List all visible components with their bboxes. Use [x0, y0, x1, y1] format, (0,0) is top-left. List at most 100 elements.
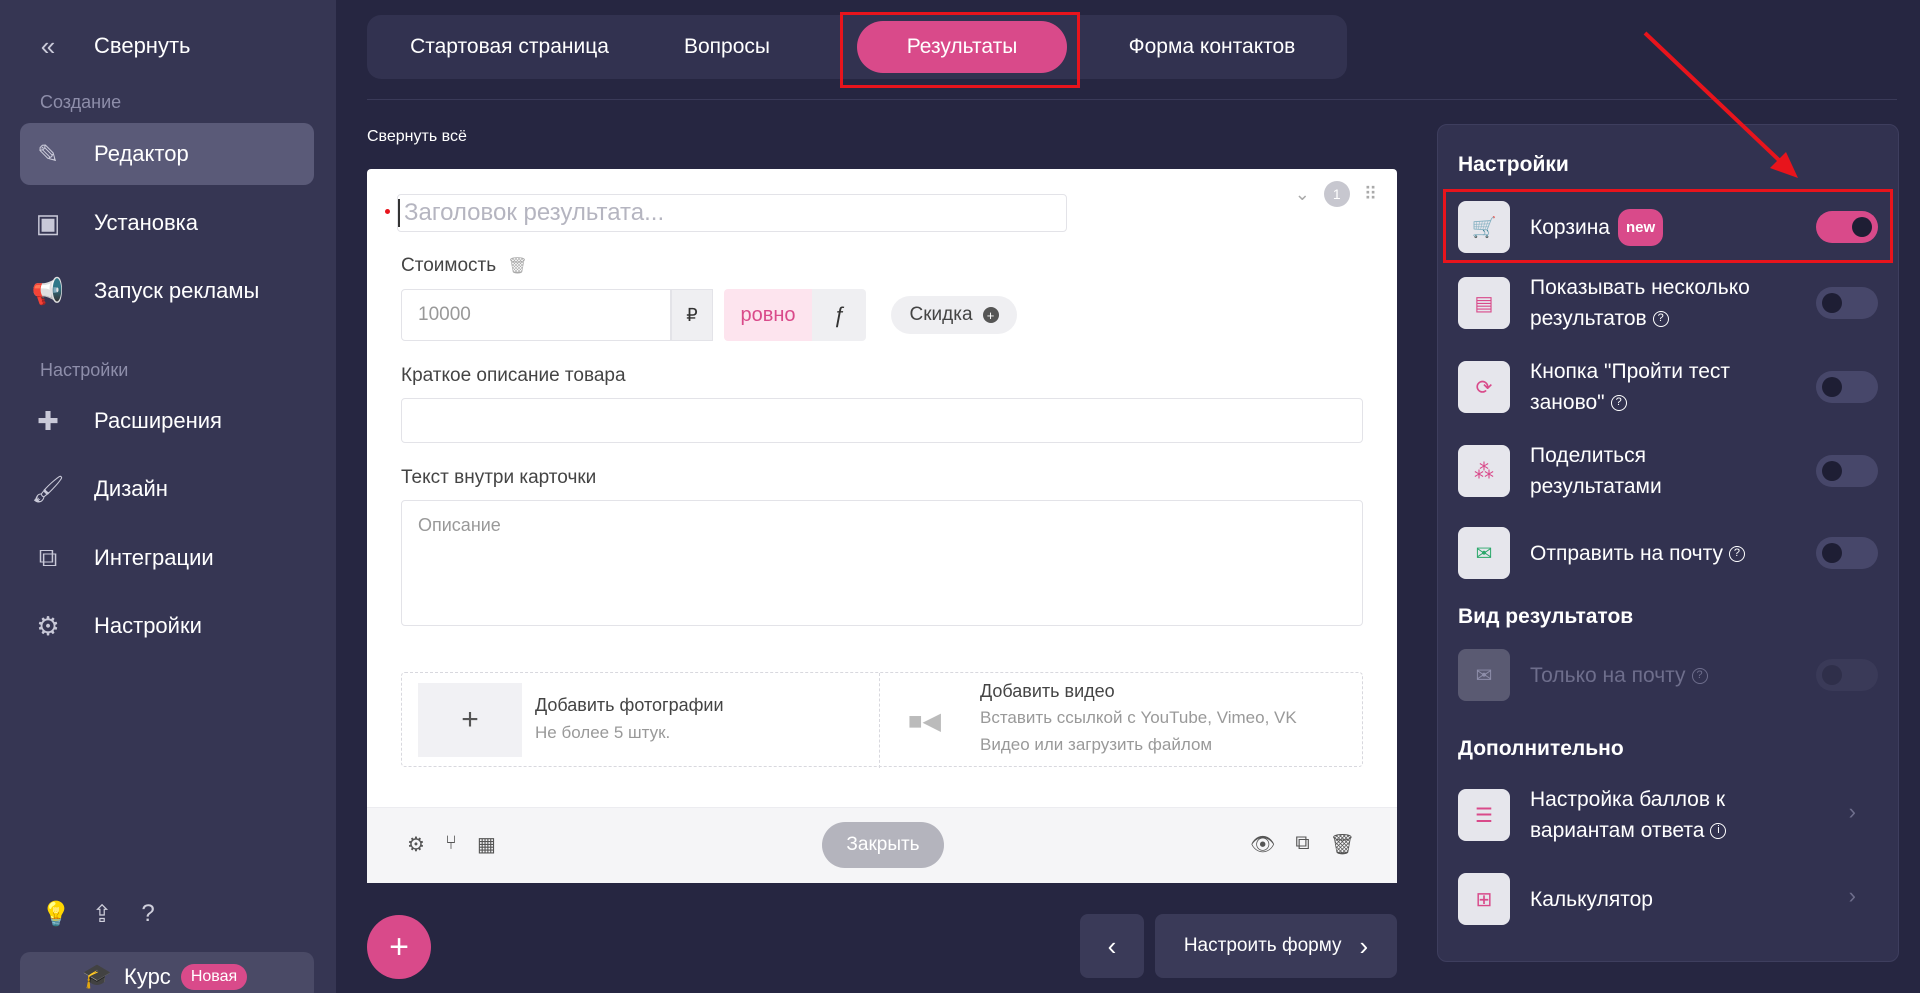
inner-text-label: Текст внутри карточки [401, 467, 597, 488]
view-results-heading: Вид результатов [1458, 605, 1634, 628]
sidebar-item-extensions[interactable]: ✚ Расширения [20, 390, 314, 452]
sidebar-item-label: Дизайн [94, 476, 168, 501]
sidebar-collapse[interactable]: « Свернуть [20, 15, 314, 77]
formula-button[interactable]: ƒ [812, 289, 866, 341]
add-photo-button[interactable]: + [418, 683, 522, 757]
video-camera-icon: ■◀ [908, 708, 941, 735]
calculator-icon[interactable]: ▦ [477, 832, 496, 857]
add-photo-title: Добавить фотографии [535, 695, 724, 715]
gear-icon[interactable]: ⚙ [407, 832, 425, 857]
extra-heading: Дополнительно [1458, 737, 1624, 760]
info-icon[interactable]: i [1710, 823, 1727, 840]
card-number-badge: 1 [1323, 181, 1350, 207]
sidebar-bottom-icons: 💡 ⇪ ? [41, 900, 162, 928]
setting-label: Кнопка "Пройти тест заново"? [1530, 356, 1770, 418]
trash-icon[interactable]: 🗑 [507, 258, 527, 275]
sidebar-item-ads[interactable]: 📢 Запуск рекламы [20, 260, 314, 322]
calculator-icon: ⊞ [1458, 873, 1510, 925]
retake-toggle[interactable] [1816, 371, 1878, 403]
sidebar-item-label: Редактор [94, 141, 189, 166]
divider [367, 99, 1897, 100]
price-label: Стоимость 🗑 [401, 255, 528, 277]
extra-score-settings[interactable]: ☰ Настройка баллов к вариантам ответа i › [1458, 788, 1878, 842]
setting-label: Отправить на почту? [1530, 538, 1745, 569]
lightbulb-icon[interactable]: 💡 [41, 900, 71, 928]
sidebar-item-settings[interactable]: ⚙ Настройки [20, 595, 314, 657]
required-marker [385, 209, 390, 214]
currency-selector[interactable]: ₽ [671, 289, 713, 341]
trash-icon[interactable]: 🗑 [1330, 832, 1355, 857]
short-desc-input[interactable] [401, 398, 1363, 443]
sidebar-item-install[interactable]: ▣ Установка [20, 192, 314, 254]
add-video-sub: Вставить ссылкой с YouTube, Vimeo, VK [980, 708, 1297, 727]
setting-label: Поделиться результатами [1530, 444, 1662, 498]
copy-icon[interactable]: ⧉ [1295, 832, 1309, 857]
help-icon[interactable]: ? [1728, 545, 1745, 562]
drag-handle-icon[interactable]: ⠿ [1364, 184, 1377, 205]
help-icon[interactable]: ? [1610, 395, 1627, 412]
setting-share-results[interactable]: ⁂ Поделиться результатами [1458, 444, 1878, 498]
setting-multiple-results[interactable]: ▤ Показывать несколько результатов? [1458, 276, 1878, 330]
setting-retake-button[interactable]: ⟳ Кнопка "Пройти тест заново"? [1458, 360, 1878, 414]
setting-label-text: Настройка баллов к вариантам ответа [1530, 788, 1726, 842]
add-video-sub2: Видео или загрузить файлом [980, 735, 1213, 754]
sidebar-item-design[interactable]: 🖌 Дизайн [20, 458, 314, 520]
install-icon: ▣ [35, 207, 61, 238]
setting-label: Настройка баллов к вариантам ответа i [1530, 784, 1770, 846]
sidebar-item-integrations[interactable]: ⧉ Интеграции [20, 527, 314, 589]
chevron-right-icon: › [1848, 799, 1856, 824]
extra-calculator[interactable]: ⊞ Калькулятор › [1458, 873, 1878, 925]
discount-label: Скидка [909, 304, 973, 325]
prev-button[interactable]: ‹ [1080, 914, 1144, 978]
upload-folder-icon[interactable]: ⇪ [88, 900, 116, 928]
share-toggle[interactable] [1816, 455, 1878, 487]
settings-heading: Настройки [1458, 153, 1569, 176]
sidebar-item-label: Запуск рекламы [94, 278, 260, 303]
result-title-input[interactable]: Заголовок результата... [397, 194, 1067, 232]
result-card: Заголовок результата... ⌄ 1 ⠿ Стоимость … [367, 169, 1397, 883]
megaphone-icon: 📢 [31, 275, 65, 306]
price-input[interactable]: 10000 [401, 289, 671, 341]
course-label: Курс [124, 964, 171, 989]
collapse-all-link[interactable]: Свернуть всё [367, 128, 467, 146]
text-caret [398, 199, 400, 227]
discount-button[interactable]: Скидка + [891, 296, 1017, 334]
refresh-icon: ⟳ [1458, 361, 1510, 413]
card-top-controls: ⌄ 1 ⠿ [1295, 181, 1377, 207]
footer-right-tools: 👁 ⧉ 🗑 [1250, 832, 1355, 857]
branch-icon[interactable]: ⑂ [445, 832, 457, 857]
setting-label-text: Кнопка "Пройти тест заново" [1530, 360, 1731, 414]
send-email-toggle[interactable] [1816, 537, 1878, 569]
next-button[interactable]: Настроить форму › [1155, 914, 1397, 978]
inner-text-area[interactable]: Описание [401, 500, 1363, 626]
close-button[interactable]: Закрыть [822, 822, 944, 868]
setting-label: Калькулятор [1530, 887, 1653, 911]
setting-label-text: Отправить на почту [1530, 541, 1723, 565]
multiple-results-toggle[interactable] [1816, 287, 1878, 319]
toggle-knob [1822, 293, 1842, 313]
course-button[interactable]: 🎓 Курс Новая [20, 952, 314, 993]
sidebar-item-editor[interactable]: ✎ Редактор [20, 123, 314, 185]
tab-contact-form[interactable]: Форма контактов [1107, 15, 1317, 79]
sidebar-item-label: Настройки [94, 613, 202, 638]
tab-start-page[interactable]: Стартовая страница [407, 15, 612, 79]
short-desc-label: Краткое описание товара [401, 365, 626, 386]
setting-send-email[interactable]: ✉ Отправить на почту? [1458, 527, 1878, 579]
title-placeholder: Заголовок результата... [404, 199, 665, 226]
extensions-icon: ✚ [37, 405, 59, 436]
tab-questions[interactable]: Вопросы [667, 15, 787, 79]
chevron-right-icon: › [1848, 883, 1856, 908]
media-divider [879, 673, 880, 768]
sidebar-item-label: Установка [94, 210, 198, 235]
add-result-button[interactable]: + [367, 915, 431, 979]
pencil-icon: ✎ [37, 138, 59, 169]
chevron-left-icon: ‹ [1107, 930, 1117, 961]
chevron-down-icon[interactable]: ⌄ [1295, 184, 1310, 205]
sidebar-item-label: Интеграции [94, 545, 214, 570]
eye-icon[interactable]: 👁 [1250, 832, 1275, 857]
add-video-title[interactable]: Добавить видео [980, 681, 1115, 702]
help-icon[interactable]: ? [1652, 311, 1669, 328]
setting-label: Показывать несколько результатов? [1530, 272, 1770, 334]
help-icon[interactable]: ? [134, 900, 162, 928]
exact-price-button[interactable]: ровно [724, 289, 812, 341]
